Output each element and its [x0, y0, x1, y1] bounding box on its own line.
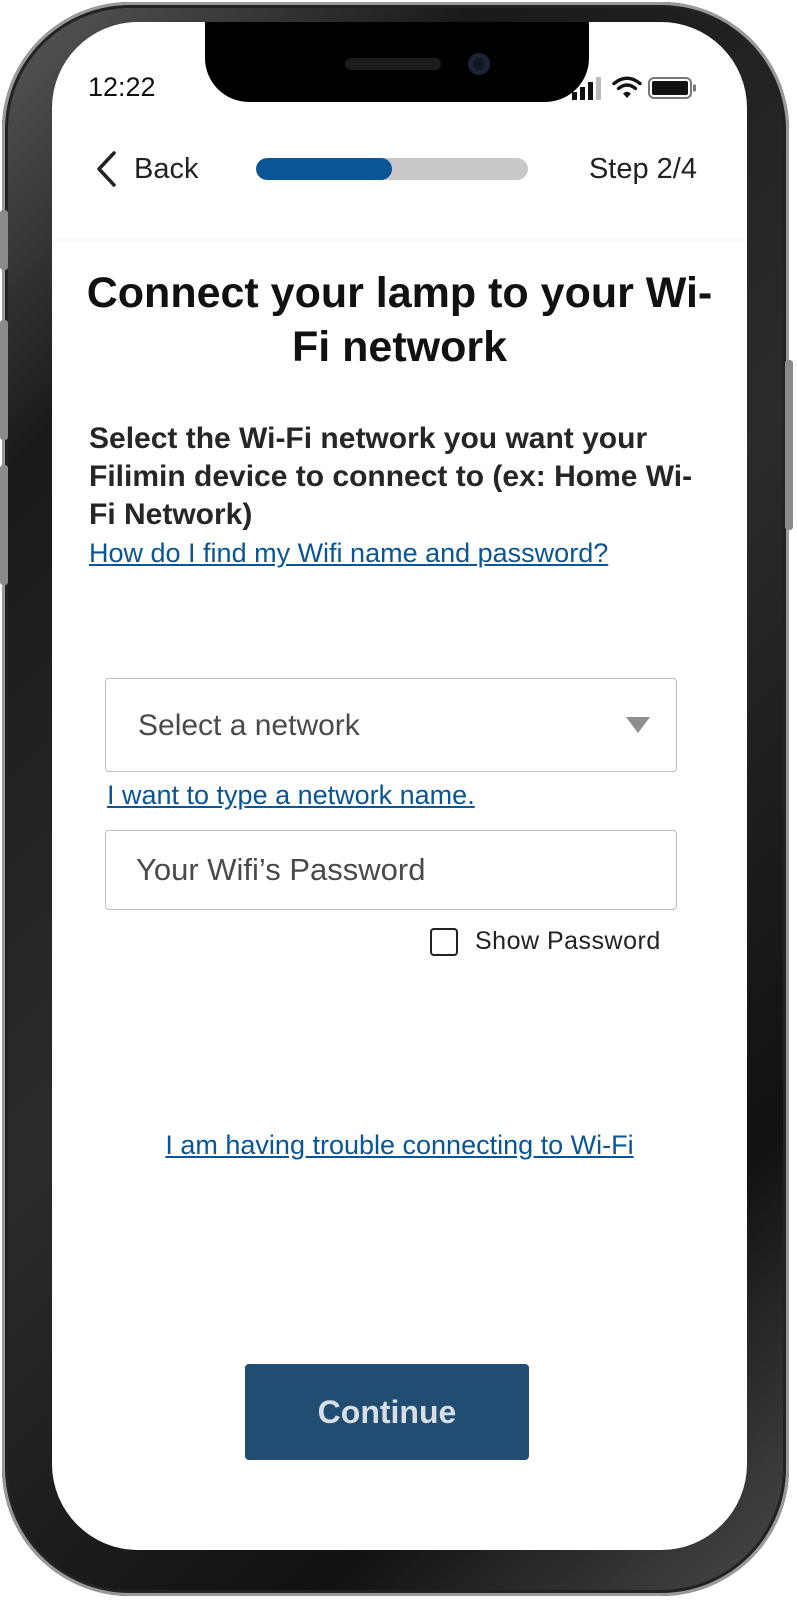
- dropdown-caret-icon: [626, 717, 650, 733]
- page-title: Connect your lamp to your Wi-Fi network: [86, 269, 713, 371]
- silent-switch: [0, 210, 8, 270]
- app-screen: 12:22 Back Step 2/4 Connect your lamp to…: [52, 22, 747, 1550]
- status-time: 12:22: [88, 72, 156, 102]
- volume-up-button: [0, 320, 8, 440]
- trouble-link-wrapper: I am having trouble connecting to Wi-Fi: [52, 1130, 747, 1161]
- show-password-toggle[interactable]: Show Password: [430, 927, 661, 956]
- type-network-name-link[interactable]: I want to type a network name.: [107, 780, 475, 811]
- instructions-text: Select the Wi-Fi network you want your F…: [89, 422, 693, 531]
- show-password-label: Show Password: [475, 927, 661, 955]
- wifi-password-input[interactable]: [105, 830, 677, 910]
- step-indicator: Step 2/4: [588, 153, 697, 185]
- find-wifi-help-link[interactable]: How do I find my Wifi name and password?: [89, 538, 608, 569]
- volume-down-button: [0, 465, 8, 585]
- network-select-placeholder: Select a network: [138, 709, 360, 742]
- signal-icon: [572, 77, 601, 100]
- status-icons: [570, 76, 700, 100]
- wifi-trouble-link[interactable]: I am having trouble connecting to Wi-Fi: [165, 1130, 633, 1160]
- continue-button[interactable]: Continue: [245, 1364, 529, 1460]
- notch: [205, 22, 589, 102]
- show-password-checkbox[interactable]: [430, 927, 458, 956]
- step-progress-bar: [256, 158, 528, 180]
- network-select[interactable]: Select a network: [105, 678, 677, 772]
- power-button: [785, 360, 793, 530]
- battery-icon: [648, 77, 696, 99]
- back-button[interactable]: Back: [94, 146, 198, 192]
- wifi-icon: [612, 76, 642, 98]
- step-progress-fill: [256, 158, 392, 180]
- front-camera: [468, 53, 490, 75]
- back-label: Back: [134, 152, 199, 185]
- chevron-left-icon: [97, 151, 116, 187]
- speaker-grille: [345, 58, 441, 70]
